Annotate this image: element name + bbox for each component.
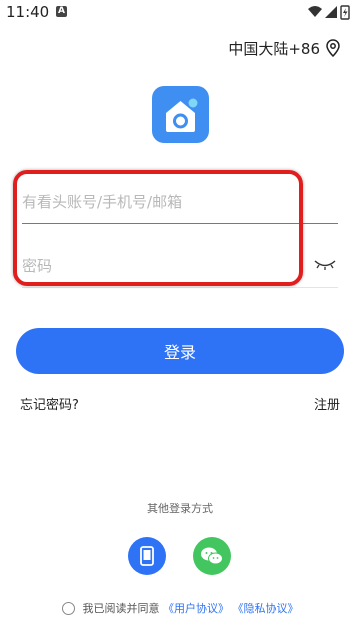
- location-pin-icon: [326, 39, 340, 57]
- register-link[interactable]: 注册: [314, 394, 340, 413]
- eye-closed-icon[interactable]: [314, 258, 336, 272]
- forgot-password-link[interactable]: 忘记密码?: [20, 394, 79, 413]
- wechat-icon: [201, 547, 223, 565]
- user-agreement-link[interactable]: 《用户协议》: [163, 602, 229, 615]
- login-button[interactable]: 登录: [16, 328, 344, 374]
- privacy-agreement-link[interactable]: 《隐私协议》: [233, 602, 299, 615]
- system-status-icons: [308, 5, 350, 20]
- agreement-row: 我已阅读并同意 《用户协议》 《隐私协议》: [0, 600, 360, 616]
- signal-icon: [325, 6, 337, 18]
- status-time: 11:40: [6, 3, 50, 21]
- agreement-radio[interactable]: [61, 601, 75, 615]
- phone-login-button[interactable]: [128, 537, 166, 575]
- highlight-box: [13, 170, 303, 286]
- password-underline: [22, 287, 338, 288]
- region-selector[interactable]: 中国大陆+86: [228, 38, 340, 58]
- notification-icon: A: [56, 6, 67, 17]
- region-label: 中国大陆+86: [228, 39, 320, 58]
- wechat-login-button[interactable]: [193, 537, 231, 575]
- house-camera-icon: [166, 98, 198, 132]
- phone-icon: [140, 546, 154, 566]
- status-bar: 11:40 A: [0, 0, 360, 24]
- wifi-icon: [308, 6, 322, 17]
- other-login-title: 其他登录方式: [147, 502, 213, 515]
- agreement-text: 我已阅读并同意: [82, 602, 160, 615]
- app-logo: [152, 86, 209, 143]
